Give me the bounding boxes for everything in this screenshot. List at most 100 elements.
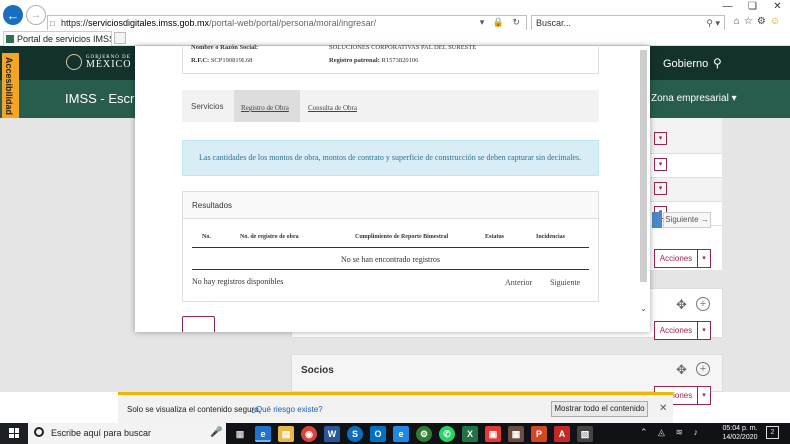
socios-title: Socios [301, 365, 334, 376]
rfc-value: SCP190819L68 [210, 57, 253, 64]
close-icon[interactable]: ✕ [659, 403, 667, 414]
app-icon[interactable]: ⚙ [416, 426, 432, 442]
gov-seal-icon [66, 54, 82, 70]
file-explorer-icon[interactable]: ▤ [278, 426, 294, 442]
acciones-dropdown[interactable]: Acciones ▾ [654, 249, 711, 268]
add-circle-icon[interactable]: + [696, 362, 710, 376]
empty-message: No se han encontrado registros [340, 255, 441, 264]
gobierno-link[interactable]: Gobierno [663, 58, 708, 70]
zona-empresarial-menu[interactable]: Zona empresarial ▾ [651, 93, 737, 104]
taskbar-clock[interactable]: 05:04 p. m. 14/02/2020 [720, 424, 760, 442]
records-info: No hay registros disponibles [192, 277, 284, 286]
move-icon[interactable]: ✥ [676, 297, 687, 313]
close-icon[interactable]: ✕ [765, 0, 790, 14]
internet-explorer-icon[interactable]: e [255, 426, 271, 442]
gov-logo[interactable]: GOBIERNO DE MÉXICO [66, 54, 131, 70]
results-header: Resultados [183, 192, 598, 219]
app-icon[interactable]: ▣ [485, 426, 501, 442]
edge-icon[interactable]: e [393, 426, 409, 442]
gov-logo-big: MÉXICO [86, 58, 132, 70]
acciones-label: Acciones [654, 249, 698, 268]
service-tabs: Servicios Registro de Obra Consulta de O… [182, 90, 599, 122]
restore-icon[interactable]: ❏ [740, 0, 765, 14]
scroll-down-icon[interactable]: ⌄ [639, 304, 648, 313]
search-icon[interactable]: ⚲ ▾ [706, 18, 720, 29]
pager-current-button[interactable] [652, 212, 662, 228]
pager-next-button[interactable]: Siguiente [550, 278, 580, 287]
gear-icon[interactable]: ⚙ [757, 16, 770, 27]
search-placeholder: Buscar... [536, 18, 572, 28]
results-panel: Resultados No. No. de registro de obra C… [182, 191, 599, 302]
acciones-dropdown[interactable]: Acciones ▾ [654, 321, 711, 340]
windows-logo-icon [9, 428, 19, 438]
tab-title: Portal de servicios IMSS dig... [17, 34, 111, 44]
razon-social-value: SOLUCIONES CORPORATIVAS PAL DEL SURESTE [329, 44, 477, 51]
minimize-icon[interactable]: — [715, 0, 740, 14]
back-button[interactable]: ← [3, 5, 23, 25]
start-button[interactable] [0, 423, 28, 444]
dropdown-toggle[interactable]: ▾ [654, 158, 667, 171]
siguiente-button[interactable]: Siguiente → [663, 212, 711, 228]
registro-value: R1573820106 [381, 57, 419, 64]
add-circle-icon[interactable]: + [696, 297, 710, 311]
registro-label: Registro patronal: [329, 57, 380, 64]
security-notification-bar: Solo se visualiza el contenido seguro. ¿… [118, 392, 673, 423]
excel-icon[interactable]: X [462, 426, 478, 442]
modal-action-button[interactable] [182, 316, 215, 332]
accessibility-tab[interactable]: Accesibilidad [2, 53, 19, 125]
acrobat-icon[interactable]: A [554, 426, 570, 442]
risk-info-link[interactable]: ¿Qué riesgo existe? [251, 405, 323, 414]
registro-row: Registro patronal: R1573820106 [329, 57, 418, 64]
task-view-icon[interactable]: ▦ [232, 426, 248, 442]
show-all-content-button[interactable]: Mostrar todo el contenido [551, 401, 648, 417]
dropdown-toggle[interactable]: ▾ [654, 132, 667, 145]
scroll-thumb[interactable] [640, 50, 647, 282]
accessibility-label: Accesibilidad [4, 57, 14, 116]
microphone-icon[interactable]: 🎤 [210, 427, 222, 438]
skype-icon[interactable]: S [347, 426, 363, 442]
url-path: /portal-web/portal/persona/moral/ingresa… [209, 18, 377, 28]
pager-prev-button[interactable]: Anterior [505, 278, 532, 287]
home-icon[interactable]: ⌂ [734, 16, 744, 27]
word-icon[interactable]: W [324, 426, 340, 442]
caret-down-icon[interactable]: ▾ [698, 386, 711, 405]
app-icon[interactable]: ▧ [577, 426, 593, 442]
search-icon[interactable]: ⚲ [713, 56, 722, 70]
new-tab-button[interactable] [114, 32, 126, 44]
caret-down-icon[interactable]: ▾ [698, 321, 711, 340]
info-alert: Las cantidades de los montos de obra, mo… [182, 140, 599, 176]
browser-toolbar-icons: ⌂☆⚙☺ [734, 16, 784, 27]
caret-down-icon[interactable]: ▾ [698, 249, 711, 268]
forward-button[interactable]: → [26, 5, 46, 25]
chrome-icon[interactable]: ◉ [301, 426, 317, 442]
results-title: Resultados [192, 201, 233, 210]
url-scheme: https:// [61, 18, 89, 28]
powerpoint-icon[interactable]: P [531, 426, 547, 442]
move-icon[interactable]: ✥ [676, 362, 687, 378]
clock-date: 14/02/2020 [722, 434, 758, 441]
address-bar[interactable]: □ https:// serviciosdigitales.imss.gob.m… [47, 15, 527, 31]
column-header: Cumplimiento de Reporte Bimestral [355, 234, 449, 240]
dropdown-toggle[interactable]: ▾ [654, 182, 667, 195]
browser-search-input[interactable]: Buscar... ⚲ ▾ [531, 15, 725, 31]
browser-tab[interactable]: Portal de servicios IMSS dig... ✕ [3, 31, 112, 46]
system-tray-icons[interactable]: ⌃ ◬ ≋ ♪ [640, 427, 702, 438]
acciones-label: Acciones [654, 321, 698, 340]
taskbar-search-text: Escribe aquí para buscar [51, 428, 152, 438]
feedback-smiley-icon[interactable]: ☺ [770, 16, 784, 27]
taskbar-search[interactable]: Escribe aquí para buscar 🎤 [28, 423, 226, 444]
side-row [640, 154, 722, 178]
favorites-icon[interactable]: ☆ [744, 16, 757, 27]
refresh-icon[interactable]: ▾ 🔒 ↻ [480, 17, 523, 28]
servicios-label: Servicios [191, 102, 224, 111]
side-row [640, 118, 722, 154]
outlook-icon[interactable]: O [370, 426, 386, 442]
tab-registro-obra-label: Registro de Obra [241, 104, 289, 112]
modal-scrollbar[interactable]: ⌄ [639, 46, 648, 332]
tab-consulta-obra[interactable]: Consulta de Obra [308, 104, 357, 112]
whatsapp-icon[interactable]: ✆ [439, 426, 455, 442]
notifications-icon[interactable]: 2 [766, 426, 779, 439]
tab-registro-obra[interactable]: Registro de Obra [234, 90, 300, 122]
app-icon[interactable]: ▦ [508, 426, 524, 442]
page-icon: □ [50, 18, 55, 28]
